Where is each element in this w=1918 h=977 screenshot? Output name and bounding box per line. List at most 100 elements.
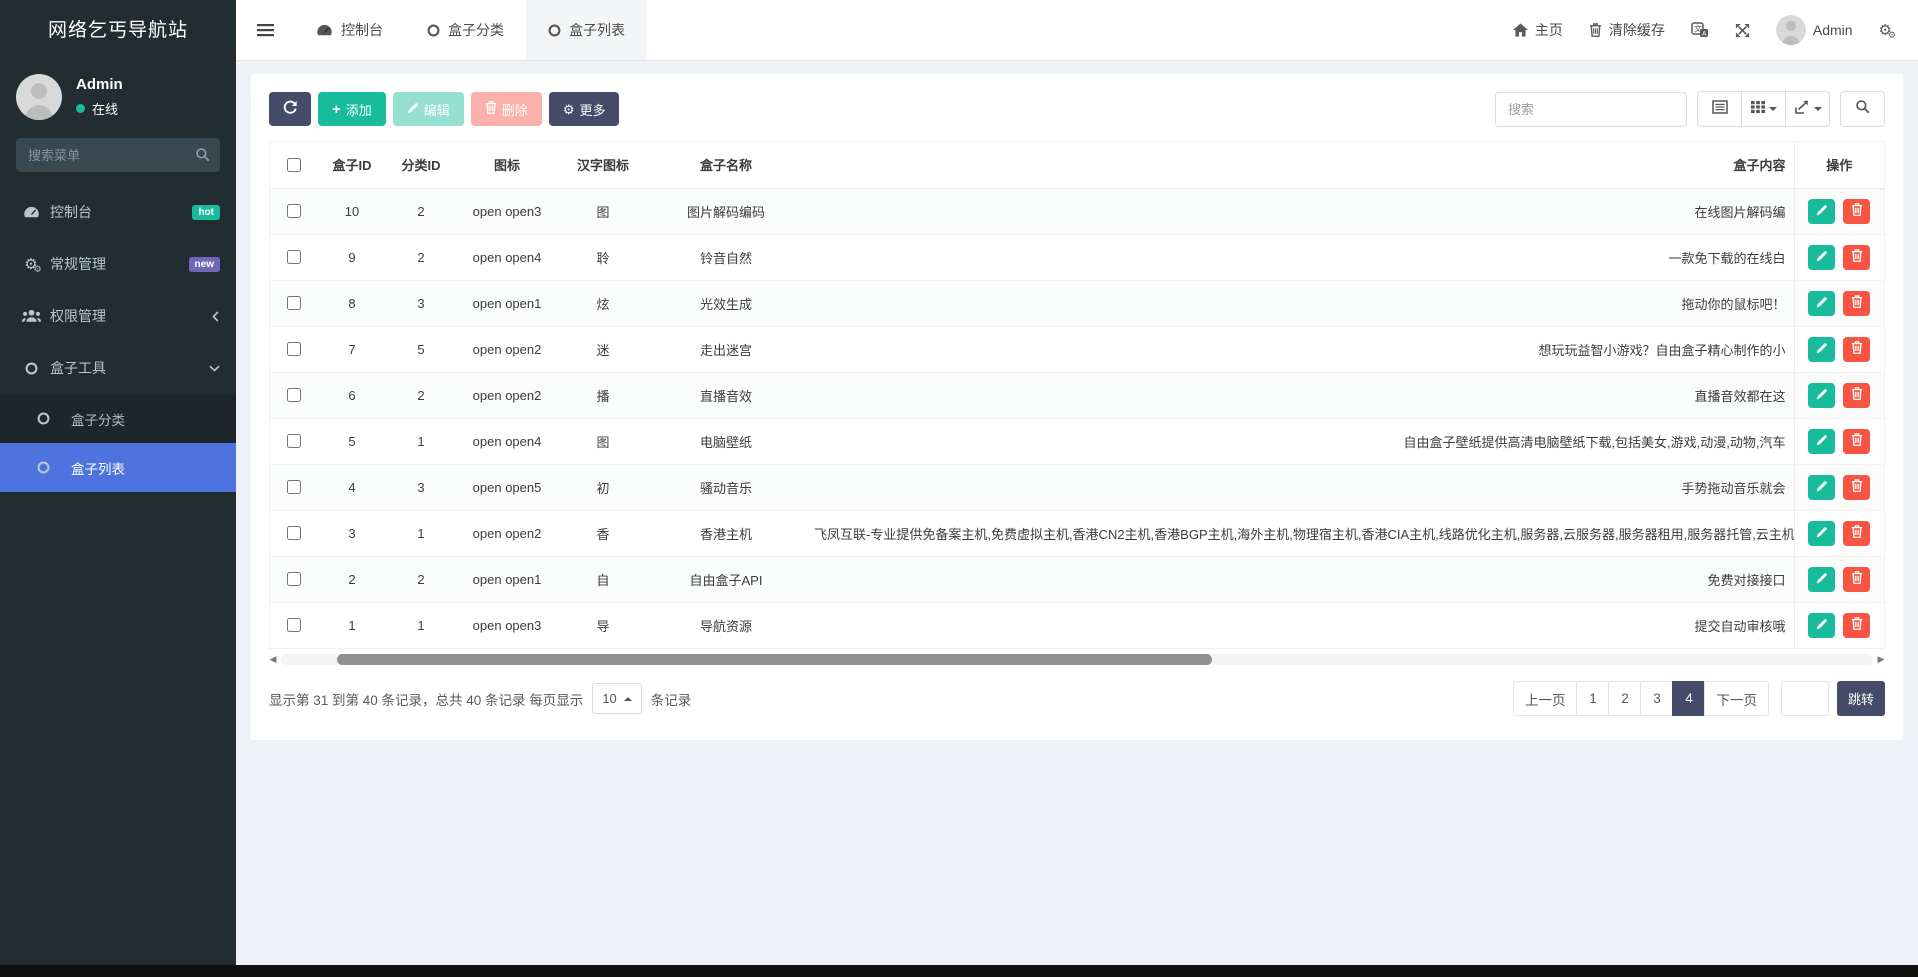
delete-button[interactable]: 删除 bbox=[471, 92, 542, 126]
page-button-4[interactable]: 4 bbox=[1672, 681, 1705, 716]
row-edit-button[interactable] bbox=[1808, 521, 1835, 546]
cell-ops bbox=[1794, 326, 1884, 372]
tab-box-list[interactable]: 盒子列表 bbox=[526, 0, 647, 60]
home-button[interactable]: 主页 bbox=[1513, 20, 1563, 40]
row-edit-button[interactable] bbox=[1808, 429, 1835, 454]
sidebar-item-general[interactable]: ⚙⚙ 常规管理 new bbox=[0, 238, 236, 290]
row-edit-button[interactable] bbox=[1808, 475, 1835, 500]
row-delete-button[interactable] bbox=[1843, 567, 1870, 592]
avatar bbox=[16, 74, 62, 120]
tab-console[interactable]: 控制台 bbox=[294, 0, 405, 60]
row-checkbox[interactable] bbox=[287, 342, 301, 356]
cell-ops bbox=[1794, 510, 1884, 556]
row-delete-button[interactable] bbox=[1843, 429, 1870, 454]
search-submit-button[interactable] bbox=[1840, 91, 1885, 127]
cell-box-id: 9 bbox=[316, 234, 388, 280]
row-checkbox[interactable] bbox=[287, 618, 301, 632]
cell-cat-id: 3 bbox=[388, 280, 454, 326]
row-checkbox[interactable] bbox=[287, 434, 301, 448]
cell-cat-id: 5 bbox=[388, 326, 454, 372]
row-checkbox[interactable] bbox=[287, 526, 301, 540]
row-checkbox[interactable] bbox=[287, 296, 301, 310]
row-delete-button[interactable] bbox=[1843, 613, 1870, 638]
scrollbar-track[interactable] bbox=[281, 654, 1873, 665]
edit-label: 编辑 bbox=[424, 100, 450, 119]
row-delete-button[interactable] bbox=[1843, 245, 1870, 270]
language-button[interactable]: 文A bbox=[1691, 22, 1709, 38]
settings-button[interactable]: ⚙⚙ bbox=[1879, 23, 1892, 38]
detail-view-button[interactable] bbox=[1697, 91, 1742, 127]
cell-name: 导航资源 bbox=[646, 602, 806, 648]
row-edit-button[interactable] bbox=[1808, 291, 1835, 316]
page-button-2[interactable]: 2 bbox=[1608, 681, 1641, 716]
row-checkbox[interactable] bbox=[287, 572, 301, 586]
row-delete-button[interactable] bbox=[1843, 383, 1870, 408]
page-button-3[interactable]: 3 bbox=[1640, 681, 1673, 716]
row-edit-button[interactable] bbox=[1808, 613, 1835, 638]
row-select-cell bbox=[270, 372, 316, 418]
scroll-right-arrow-icon[interactable]: ▶ bbox=[1877, 655, 1885, 664]
row-checkbox[interactable] bbox=[287, 480, 301, 494]
cell-icon: open open3 bbox=[454, 602, 560, 648]
tab-label: 盒子列表 bbox=[569, 20, 625, 40]
columns-button[interactable] bbox=[1741, 91, 1786, 127]
cell-name: 骚动音乐 bbox=[646, 464, 806, 510]
add-button[interactable]: + 添加 bbox=[318, 92, 386, 126]
hamburger-menu-icon[interactable] bbox=[236, 0, 294, 60]
row-delete-button[interactable] bbox=[1843, 291, 1870, 316]
refresh-button[interactable] bbox=[269, 92, 311, 126]
export-button[interactable] bbox=[1785, 91, 1830, 127]
circle-icon bbox=[18, 362, 44, 375]
scrollbar-thumb[interactable] bbox=[337, 654, 1213, 665]
row-edit-button[interactable] bbox=[1808, 567, 1835, 592]
menu-search-input[interactable] bbox=[16, 138, 220, 172]
sidebar-item-console[interactable]: 控制台 hot bbox=[0, 186, 236, 238]
row-checkbox[interactable] bbox=[287, 250, 301, 264]
jump-page-input[interactable] bbox=[1781, 681, 1829, 716]
more-button[interactable]: ⚙ 更多 bbox=[549, 92, 620, 126]
user-menu[interactable]: Admin bbox=[1776, 15, 1853, 45]
sidebar-subitem-box-category[interactable]: 盒子分类 bbox=[0, 394, 236, 443]
select-all-checkbox[interactable] bbox=[287, 158, 301, 172]
cell-box-id: 1 bbox=[316, 602, 388, 648]
row-edit-button[interactable] bbox=[1808, 337, 1835, 362]
row-select-cell bbox=[270, 602, 316, 648]
next-page-button[interactable]: 下一页 bbox=[1704, 681, 1769, 716]
cell-icon: open open2 bbox=[454, 510, 560, 556]
badge: new bbox=[189, 257, 220, 272]
sidebar-item-label: 控制台 bbox=[50, 202, 192, 222]
fullscreen-button[interactable] bbox=[1735, 23, 1750, 38]
row-delete-button[interactable] bbox=[1843, 337, 1870, 362]
table-search-input[interactable] bbox=[1495, 92, 1687, 127]
jump-button[interactable]: 跳转 bbox=[1837, 681, 1885, 716]
refresh-icon bbox=[283, 100, 298, 118]
cell-box-id: 7 bbox=[316, 326, 388, 372]
edit-button[interactable]: 编辑 bbox=[393, 92, 464, 126]
row-edit-button[interactable] bbox=[1808, 383, 1835, 408]
language-icon: 文A bbox=[1691, 22, 1709, 38]
row-delete-button[interactable] bbox=[1843, 521, 1870, 546]
row-checkbox[interactable] bbox=[287, 204, 301, 218]
sidebar-subitem-box-list[interactable]: 盒子列表 bbox=[0, 443, 236, 492]
pencil-icon bbox=[1816, 342, 1828, 357]
row-delete-button[interactable] bbox=[1843, 475, 1870, 500]
clear-cache-button[interactable]: 清除缓存 bbox=[1589, 20, 1665, 40]
sidebar-subitem-label: 盒子分类 bbox=[71, 409, 125, 429]
row-delete-button[interactable] bbox=[1843, 199, 1870, 224]
scroll-left-arrow-icon[interactable]: ◀ bbox=[269, 655, 277, 664]
row-checkbox[interactable] bbox=[287, 388, 301, 402]
page-size-dropdown[interactable]: 10 bbox=[592, 683, 641, 714]
cell-box-id: 10 bbox=[316, 188, 388, 234]
gears-icon: ⚙⚙ bbox=[1879, 23, 1892, 38]
cell-ops bbox=[1794, 556, 1884, 602]
row-edit-button[interactable] bbox=[1808, 199, 1835, 224]
cell-cat-id: 3 bbox=[388, 464, 454, 510]
sidebar-item-auth[interactable]: 权限管理 bbox=[0, 290, 236, 342]
row-edit-button[interactable] bbox=[1808, 245, 1835, 270]
tab-box-category[interactable]: 盒子分类 bbox=[405, 0, 526, 60]
sidebar-item-box-tools[interactable]: 盒子工具 bbox=[0, 342, 236, 394]
cell-cat-id: 2 bbox=[388, 234, 454, 280]
trash-icon bbox=[1851, 525, 1863, 541]
prev-page-button[interactable]: 上一页 bbox=[1513, 681, 1578, 716]
page-button-1[interactable]: 1 bbox=[1576, 681, 1609, 716]
